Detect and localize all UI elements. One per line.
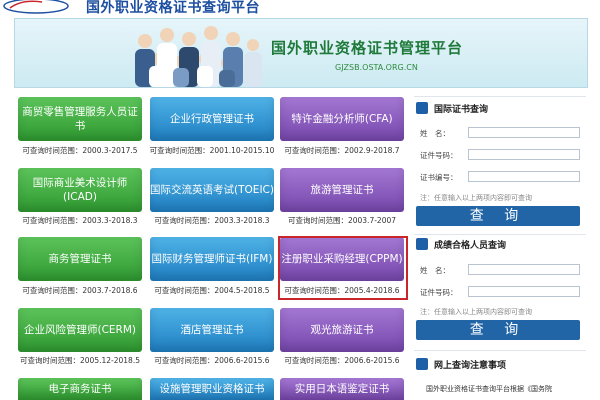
tile-range: 可查询时间范围：2003.3-2018.3 [22,216,138,225]
tile-range: 可查询时间范围：2002.9-2018.7 [284,146,400,155]
tile-range: 可查询时间范围：2003.3-2018.3 [154,216,270,225]
tile-label: 设施管理职业资格证书 [159,383,265,395]
cert-tile-retail[interactable]: 商贸零售管理服务人员证书 [18,97,142,141]
cert-tile-business-mgmt[interactable]: 商务管理证书 [18,237,142,281]
banner-title: 国外职业资格证书管理平台 [271,39,464,57]
tile-label: 酒店管理证书 [180,324,244,336]
tile-range: 可查询时间范围：2006.6-2015.6 [154,356,270,365]
tile-range: 可查询时间范围：2003.7-2007 [287,216,397,225]
tile-range: 可查询时间范围：2006.6-2015.6 [284,356,400,365]
tile-range: 可查询时间范围：2000.3-2017.5 [22,146,138,155]
tile-label: 企业行政管理证书 [170,113,254,125]
id-number-label: 证件号码： [420,288,458,297]
cert-tile-sightseeing[interactable]: 观光旅游证书 [280,308,404,352]
cert-query-heading-text: 国际证书查询 [434,104,489,115]
panel-divider [414,96,586,97]
qualified-id-input[interactable] [468,286,580,297]
panel-heading-icon [416,238,428,250]
tile-label: 企业风险管理师(CERM) [23,324,136,336]
cert-tile-ifm[interactable]: 国际财务管理师证书(IFM) [150,237,274,281]
panel-heading-icon [416,358,428,370]
tile-range: 可查询时间范围：2003.7-2018.6 [22,286,138,295]
query-note: 注：任意输入以上两项内容即可查询 [420,194,532,202]
banner: 国外职业资格证书管理平台 GJZSB.OSTA.ORG.CN [14,18,588,88]
notice-heading-text: 网上查询注意事项 [434,360,507,371]
site-title: 国外职业资格证书查询平台 [86,0,260,16]
qualified-name-input[interactable] [468,264,580,275]
tile-label: 旅游管理证书 [310,184,374,196]
panel-divider [414,234,586,235]
cert-tile-cfa[interactable]: 特许金融分析师(CFA) [280,97,404,141]
cert-tile-ecommerce[interactable]: 电子商务证书 [18,378,142,400]
tile-label: 国际财务管理师证书(IFM) [151,253,273,265]
tile-label: 观光旅游证书 [310,324,374,336]
tile-label: 电子商务证书 [48,383,112,395]
cert-tile-admin[interactable]: 企业行政管理证书 [150,97,274,141]
score-query-heading: 成绩合格人员查询 [416,236,506,252]
cert-tile-tourism-mgmt[interactable]: 旅游管理证书 [280,168,404,212]
panel-divider [414,350,586,351]
people-group-image [135,26,262,87]
cert-tile-icad[interactable]: 国际商业美术设计师(ICAD) [18,168,142,212]
tile-range: 可查询时间范围：2001.10-2015.10 [149,146,275,155]
cert-number-input[interactable] [468,171,580,182]
id-number-label: 证件号码： [420,151,458,160]
tile-range: 可查询时间范围：2004.5-2018.5 [154,286,270,295]
panel-heading-icon [416,102,428,114]
tile-label: 国际商业美术设计师(ICAD) [32,177,128,203]
osta-logo-icon [3,0,69,14]
tile-label: 国际交流英语考试(TOEIC) [150,184,274,196]
tile-range: 可查询时间范围：2005.12-2018.5 [20,356,140,365]
banner-url: GJZSB.OSTA.ORG.CN [335,63,418,72]
tile-label: 特许金融分析师(CFA) [291,113,393,125]
tile-label: 商务管理证书 [48,253,112,265]
cert-tile-cerm[interactable]: 企业风险管理师(CERM) [18,308,142,352]
score-query-heading-text: 成绩合格人员查询 [434,240,507,251]
cert-tile-toeic[interactable]: 国际交流英语考试(TOEIC) [150,168,274,212]
score-query-button[interactable]: 查 询 [416,320,580,340]
name-input[interactable] [468,127,580,138]
selected-tile-highlight [278,236,408,300]
query-note: 注：任意输入以上两项内容即可查询 [420,308,532,316]
top-bar: 国外职业资格证书查询平台 [0,0,600,16]
cert-tile-japanese[interactable]: 实用日本语鉴定证书 [280,378,404,400]
tile-label: 商贸零售管理服务人员证书 [22,106,138,132]
cert-tile-facility[interactable]: 设施管理职业资格证书 [150,378,274,400]
notice-heading: 网上查询注意事项 [416,356,506,372]
cert-tile-hotel[interactable]: 酒店管理证书 [150,308,274,352]
name-label: 姓 名： [420,129,450,138]
id-number-input[interactable] [468,149,580,160]
name-label: 姓 名： [420,266,450,275]
cert-number-label: 证书编号： [420,173,458,182]
notice-text: 国外职业资格证书查询平台根据《国务院 [426,385,552,393]
cert-query-button[interactable]: 查 询 [416,206,580,226]
cert-query-heading: 国际证书查询 [416,100,488,116]
tile-label: 实用日本语鉴定证书 [294,383,390,395]
